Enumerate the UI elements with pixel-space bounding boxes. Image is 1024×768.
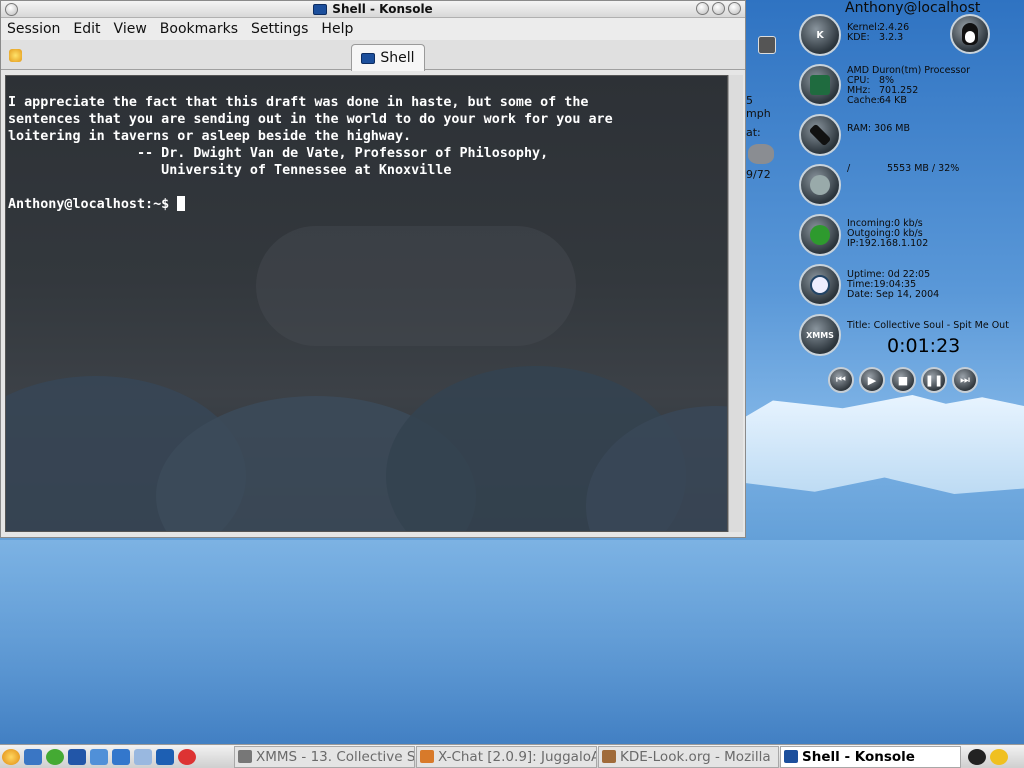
- tab-bar: Shell: [1, 40, 745, 71]
- net-ip: IP:192.168.1.102: [847, 238, 929, 249]
- menu-bookmarks[interactable]: Bookmarks: [160, 21, 238, 37]
- help-lifebuoy-icon[interactable]: [178, 748, 196, 765]
- terminal-output: I appreciate the fact that this draft wa…: [8, 94, 725, 213]
- menu-help[interactable]: Help: [321, 21, 353, 37]
- terminal-prompt-line: Anthony@localhost:~$: [8, 196, 725, 213]
- menu-view[interactable]: View: [114, 21, 147, 37]
- terminal-area[interactable]: I appreciate the fact that this draft wa…: [5, 75, 728, 532]
- harddisk-icon: [799, 164, 841, 206]
- bomb-icon[interactable]: [968, 748, 986, 765]
- weather-label: at:: [746, 126, 761, 139]
- clock-icon: [799, 264, 841, 306]
- ram-usage: RAM: 306 MB: [847, 123, 910, 134]
- minimize-button[interactable]: [696, 2, 709, 15]
- system-monitor-panel: Anthony@localhost K Kernel:2.4.26 KDE: 3.…: [795, 0, 1024, 400]
- kde-row: KDE: 3.2.3: [847, 32, 904, 43]
- terminal-line: -- Dr. Dwight Van de Vate, Professor of …: [8, 146, 549, 161]
- weather-speed: 5 mph: [746, 94, 771, 120]
- window-menu-button[interactable]: [5, 3, 18, 16]
- pause-icon[interactable]: ❚❚: [921, 367, 947, 393]
- widget-icon: [758, 36, 776, 54]
- previous-track-icon[interactable]: ⏮: [828, 367, 854, 393]
- tab-shell-label: Shell: [380, 50, 415, 66]
- mail-icon[interactable]: [134, 748, 152, 765]
- terminal-prompt: Anthony@localhost:~$: [8, 197, 178, 212]
- maximize-button[interactable]: [712, 2, 725, 15]
- system-tray: [968, 748, 1008, 765]
- gear-icon[interactable]: [46, 748, 64, 765]
- song-elapsed-time: 0:01:23: [887, 335, 961, 357]
- disk-usage: 5553 MB / 32%: [887, 163, 960, 174]
- xchat-task-icon: [420, 750, 434, 763]
- desktop-wallpaper: [0, 540, 1024, 740]
- weather-cloud-icon: [748, 144, 774, 164]
- taskbar: XMMS - 13. Collective S X-Chat [2.0.9]: …: [0, 744, 1024, 768]
- terminal-scrollbar[interactable]: [728, 75, 743, 532]
- terminal-bg-cloud: [256, 226, 576, 346]
- menubar: Session Edit View Bookmarks Settings Hel…: [1, 18, 745, 40]
- wallpaper-iceberg: [745, 395, 1024, 494]
- terminal-cursor: [177, 196, 186, 211]
- mozilla-task-icon: [602, 750, 616, 763]
- current-date: Date: Sep 14, 2004: [847, 289, 940, 300]
- task-list: XMMS - 13. Collective S X-Chat [2.0.9]: …: [234, 745, 962, 768]
- network-icon: [799, 214, 841, 256]
- cpu-icon: [799, 64, 841, 106]
- tux-penguin-icon: [950, 14, 990, 54]
- task-mozilla[interactable]: KDE-Look.org - Mozilla: [598, 745, 779, 768]
- shell-tab-icon: [361, 52, 376, 64]
- menu-session[interactable]: Session: [7, 21, 60, 37]
- new-session-icon[interactable]: [9, 49, 22, 62]
- window-titlebar[interactable]: Shell - Konsole: [1, 1, 745, 18]
- weather-count: 9/72: [746, 168, 771, 181]
- quick-launch: [0, 748, 234, 765]
- konsole-window: Shell - Konsole Session Edit View Bookma…: [0, 0, 746, 538]
- menu-settings[interactable]: Settings: [251, 21, 308, 37]
- terminal-line: University of Tennessee at Knoxville: [8, 163, 452, 178]
- stop-icon[interactable]: ■: [890, 367, 916, 393]
- terminal-launcher-icon[interactable]: [68, 748, 86, 765]
- desktop-icon[interactable]: [24, 748, 42, 765]
- konsole-task-icon: [784, 750, 798, 763]
- next-track-icon[interactable]: ⏭: [952, 367, 978, 393]
- kde-logo-icon: K: [799, 14, 841, 56]
- cache-row: Cache:64 KB: [847, 95, 907, 106]
- ram-chip-icon: [799, 114, 841, 156]
- kde-menu-icon[interactable]: [2, 748, 20, 765]
- tab-shell[interactable]: Shell: [351, 44, 425, 71]
- disk-mount: /: [847, 163, 851, 174]
- editor-icon[interactable]: [156, 748, 174, 765]
- close-button[interactable]: [728, 2, 741, 15]
- task-konsole[interactable]: Shell - Konsole: [780, 745, 961, 768]
- xmms-task-icon: [238, 750, 252, 763]
- window-title: Shell - Konsole: [332, 2, 433, 16]
- task-xchat[interactable]: X-Chat [2.0.9]: JuggaloA: [416, 745, 597, 768]
- xmms-icon: XMMS: [799, 314, 841, 356]
- play-icon[interactable]: ▶: [859, 367, 885, 393]
- panel-title: Anthony@localhost: [845, 0, 981, 16]
- network-launcher-icon[interactable]: [112, 748, 130, 765]
- lock-screen-icon[interactable]: [990, 748, 1008, 765]
- media-controls: ⏮ ▶ ■ ❚❚ ⏭: [828, 367, 978, 393]
- menu-edit[interactable]: Edit: [73, 21, 100, 37]
- konsole-icon: [313, 3, 328, 15]
- terminal-line: sentences that you are sending out in th…: [8, 112, 613, 127]
- task-xmms[interactable]: XMMS - 13. Collective S: [234, 745, 415, 768]
- home-folder-icon[interactable]: [90, 748, 108, 765]
- terminal-line: loitering in taverns or asleep beside th…: [8, 129, 412, 144]
- song-title: Title: Collective Soul - Spit Me Out: [847, 320, 1009, 331]
- terminal-line: I appreciate the fact that this draft wa…: [8, 95, 589, 110]
